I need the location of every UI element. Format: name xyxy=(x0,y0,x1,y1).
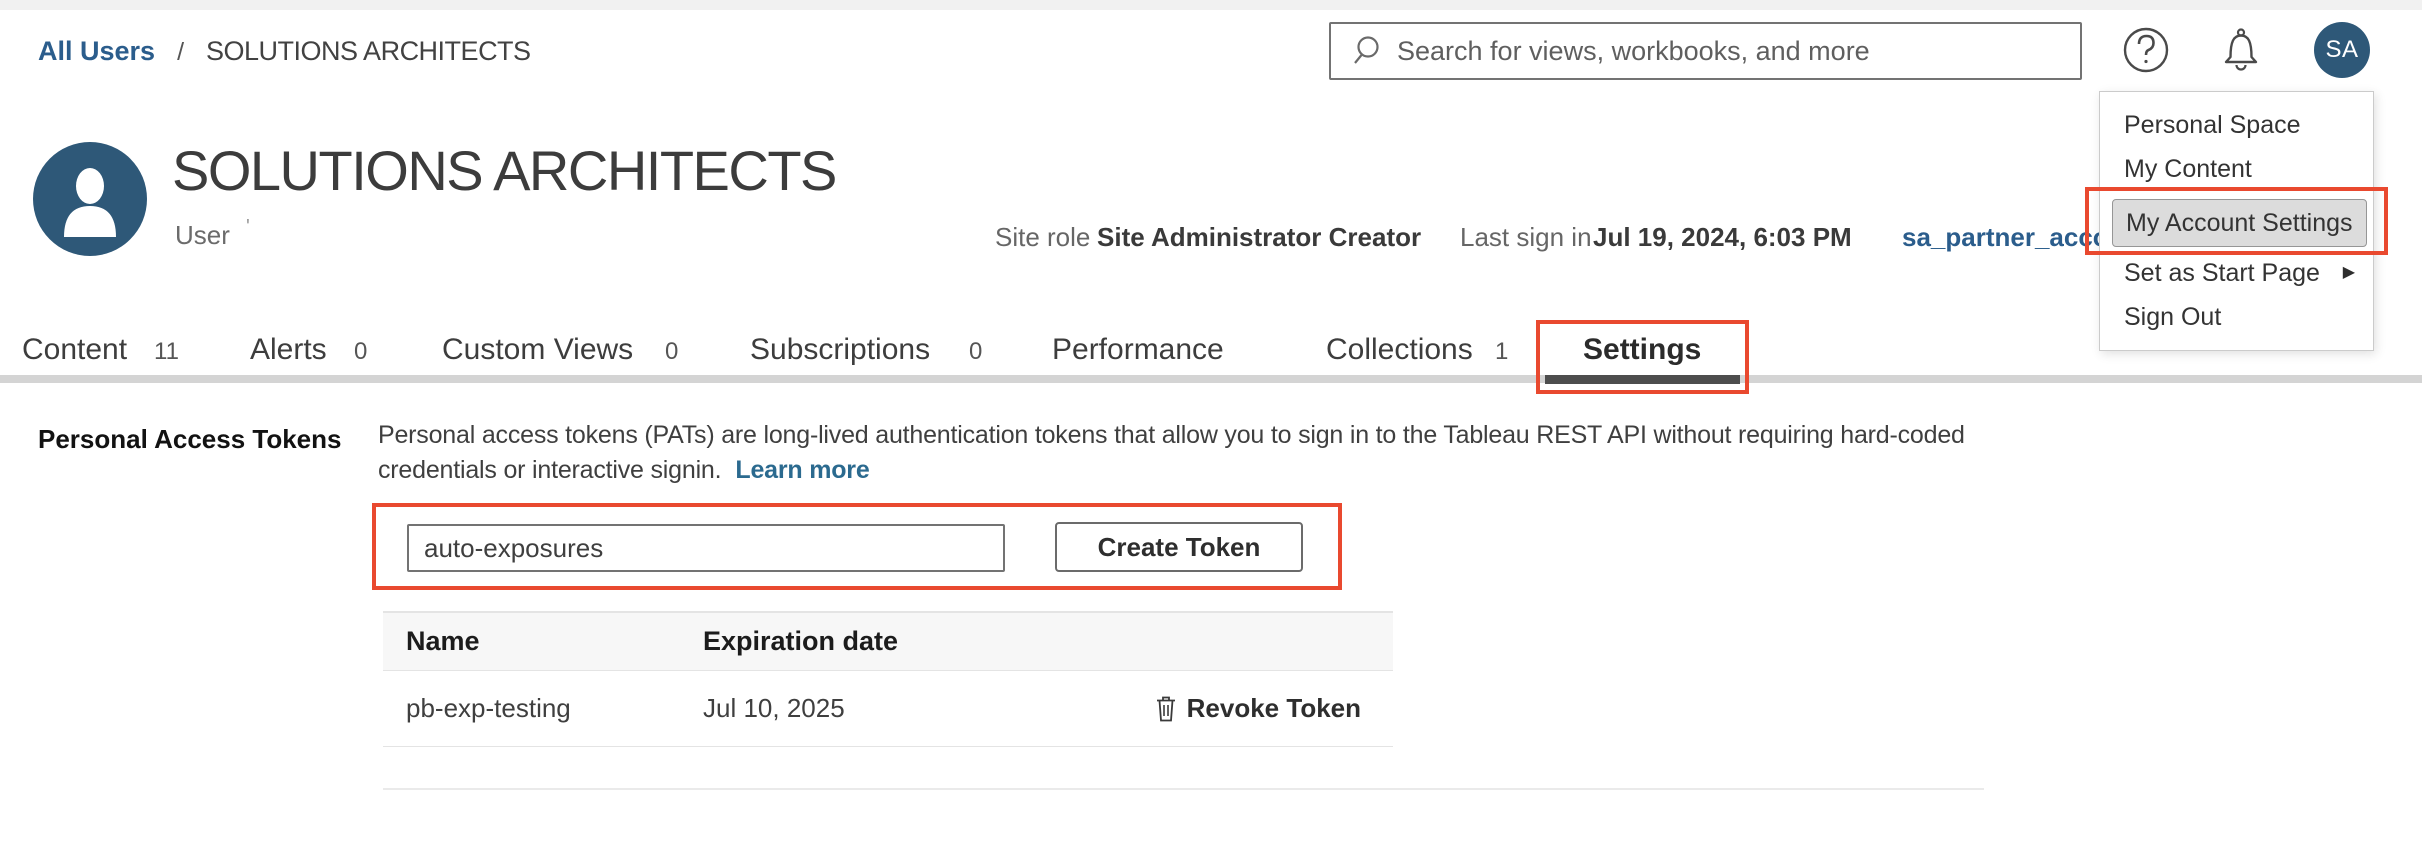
search-icon xyxy=(1351,34,1383,68)
tab-collections-count[interactable]: 1 xyxy=(1495,338,1508,366)
token-table-header: Name Expiration date xyxy=(383,611,1393,671)
table-row: pb-exp-testing Jul 10, 2025 Revoke Token xyxy=(383,671,1393,747)
tab-alerts-count[interactable]: 0 xyxy=(354,338,367,366)
search-box[interactable] xyxy=(1329,22,2082,80)
revoke-token-button[interactable]: Revoke Token xyxy=(1155,693,1393,724)
tab-alerts[interactable]: Alerts xyxy=(250,333,327,367)
search-input[interactable] xyxy=(1397,24,2080,78)
tab-subscriptions[interactable]: Subscriptions xyxy=(750,333,930,367)
tab-custom-views-count[interactable]: 0 xyxy=(665,338,678,366)
breadcrumb-separator: / xyxy=(177,38,184,67)
page-title: SOLUTIONS ARCHITECTS xyxy=(172,138,836,203)
header-name: Name xyxy=(383,626,703,657)
token-name-cell: pb-exp-testing xyxy=(383,693,703,724)
section-divider xyxy=(383,788,1984,790)
tab-content-count[interactable]: 11 xyxy=(154,338,179,366)
account-name-link[interactable]: sa_partner_accou xyxy=(1902,222,2125,253)
learn-more-link[interactable]: Learn more xyxy=(735,456,869,484)
menu-item-my-account-settings[interactable]: My Account Settings xyxy=(2100,195,2373,251)
tab-subscriptions-count[interactable]: 0 xyxy=(969,338,982,366)
breadcrumb: All Users / SOLUTIONS ARCHITECTS xyxy=(38,36,531,67)
header-expiration-date: Expiration date xyxy=(703,626,1393,657)
tab-performance[interactable]: Performance xyxy=(1052,333,1224,367)
pat-description-line1: Personal access tokens (PATs) are long-l… xyxy=(378,418,2018,453)
submenu-arrow-icon: ▶ xyxy=(2343,251,2355,295)
breadcrumb-current: SOLUTIONS ARCHITECTS xyxy=(206,36,531,67)
tab-custom-views[interactable]: Custom Views xyxy=(442,333,633,367)
account-menu: Personal Space My Content My Account Set… xyxy=(2099,91,2374,351)
token-name-input[interactable] xyxy=(407,524,1005,572)
tab-track xyxy=(0,375,2422,383)
top-strip xyxy=(0,0,2422,10)
last-sign-in-value: Jul 19, 2024, 6:03 PM xyxy=(1593,222,1852,253)
pat-description-line2: credentials or interactive signin.Learn … xyxy=(378,453,2018,488)
profile-subtitle-mark: ' xyxy=(246,216,250,239)
profile-avatar xyxy=(33,142,147,256)
site-role-label: Site role xyxy=(995,222,1090,253)
bell-icon[interactable] xyxy=(2214,22,2268,76)
tab-settings-underline xyxy=(1545,375,1740,384)
tab-content[interactable]: Content xyxy=(22,333,127,367)
menu-item-personal-space[interactable]: Personal Space xyxy=(2100,103,2373,147)
pat-description: Personal access tokens (PATs) are long-l… xyxy=(378,418,2018,488)
tab-collections[interactable]: Collections xyxy=(1326,333,1473,367)
last-sign-in-label: Last sign in xyxy=(1460,222,1592,253)
pat-section-label: Personal Access Tokens xyxy=(38,424,341,455)
trash-icon xyxy=(1155,695,1177,723)
site-role-value: Site Administrator Creator xyxy=(1097,222,1421,253)
token-expiration-cell: Jul 10, 2025 xyxy=(703,693,1155,724)
menu-item-set-as-start-page[interactable]: Set as Start Page ▶ xyxy=(2100,251,2373,295)
menu-item-my-content[interactable]: My Content xyxy=(2100,147,2373,191)
token-table: Name Expiration date pb-exp-testing Jul … xyxy=(383,611,1393,747)
revoke-token-label: Revoke Token xyxy=(1187,693,1361,724)
user-avatar-button[interactable]: SA xyxy=(2314,22,2370,78)
breadcrumb-all-users-link[interactable]: All Users xyxy=(38,36,155,67)
tab-settings[interactable]: Settings xyxy=(1583,333,1701,367)
menu-item-sign-out[interactable]: Sign Out xyxy=(2100,295,2373,339)
my-account-settings-highlight: My Account Settings xyxy=(2112,199,2367,247)
person-icon xyxy=(33,142,147,256)
help-icon[interactable] xyxy=(2122,26,2170,74)
avatar-initials: SA xyxy=(2325,36,2358,64)
create-token-button[interactable]: Create Token xyxy=(1055,522,1303,572)
profile-subtitle: User xyxy=(175,220,230,251)
